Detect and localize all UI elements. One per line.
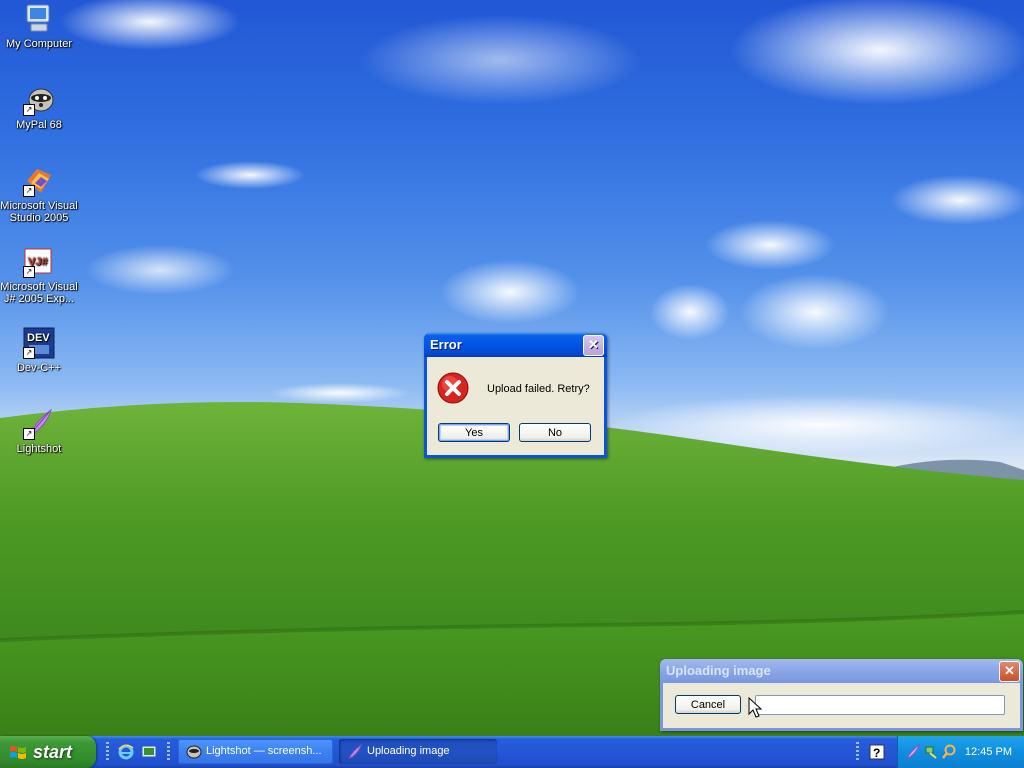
lightshot-feather-icon (347, 744, 362, 759)
upload-window: Uploading image ✕ Cancel (660, 659, 1023, 731)
taskbar-button-uploading[interactable]: Uploading image (339, 739, 497, 764)
taskbar-button-label: Uploading image (367, 745, 450, 757)
taskbar-grip[interactable] (856, 742, 859, 762)
help-icon[interactable]: ? (869, 744, 885, 760)
system-tray: 12:45 PM (897, 736, 1024, 768)
shortcut-arrow-icon: ↗ (23, 347, 35, 359)
desktop-icon-lightshot[interactable]: ↗ Lightshot (0, 408, 79, 455)
my-computer-icon (23, 3, 55, 35)
mypal-browser-icon: ↗ (23, 84, 55, 116)
upload-window-title: Uploading image (666, 663, 771, 678)
error-dialog-title: Error (430, 337, 462, 352)
error-dialog: Error ✕ Upload failed. Retry? Yes No (424, 333, 607, 458)
close-button[interactable]: ✕ (583, 335, 604, 356)
internet-explorer-icon[interactable] (118, 744, 134, 760)
visual-jsharp-icon: VJ# ↗ (23, 246, 55, 278)
yes-button[interactable]: Yes (438, 423, 510, 442)
start-label: start (33, 742, 73, 762)
svg-text:DEV: DEV (27, 332, 50, 344)
shortcut-arrow-icon: ↗ (23, 185, 35, 197)
upload-window-titlebar[interactable]: Uploading image ✕ (660, 659, 1023, 683)
desktop-icon-visual-studio[interactable]: ↗ Microsoft Visual Studio 2005 (0, 165, 79, 224)
network-icon[interactable] (923, 744, 939, 760)
error-message: Upload failed. Retry? (487, 383, 590, 395)
show-desktop-icon[interactable] (141, 744, 157, 760)
close-button[interactable]: ✕ (999, 661, 1020, 682)
desktop-icon-label: Microsoft Visual J# 2005 Exp... (0, 281, 78, 305)
shortcut-arrow-icon: ↗ (23, 266, 35, 278)
taskbar-grip[interactable] (106, 742, 109, 762)
lightshot-icon (186, 745, 202, 759)
svg-text:?: ? (873, 746, 880, 760)
error-dialog-titlebar[interactable]: Error ✕ (424, 333, 607, 357)
mouse-cursor-icon (748, 697, 762, 718)
taskbar-button-lightshot[interactable]: Lightshot — screensh... (178, 739, 333, 764)
shortcut-arrow-icon: ↗ (23, 428, 35, 440)
desktop-icon-mypal[interactable]: ↗ MyPal 68 (0, 84, 79, 131)
windows-flag-icon (10, 746, 26, 759)
desktop-icon-label: My Computer (5, 38, 73, 50)
error-icon (437, 372, 469, 407)
desktop-icon-my-computer[interactable]: My Computer (0, 3, 79, 50)
taskbar-button-label: Lightshot — screensh... (206, 745, 322, 757)
taskbar-grip[interactable] (167, 742, 170, 762)
desktop-icon-visual-jsharp[interactable]: VJ# ↗ Microsoft Visual J# 2005 Exp... (0, 246, 79, 305)
shortcut-arrow-icon: ↗ (23, 104, 35, 116)
desktop-icon-label: Microsoft Visual Studio 2005 (0, 200, 78, 224)
desktop-icon-label: Dev-C++ (16, 362, 62, 374)
desktop-icon-label: Lightshot (16, 443, 62, 455)
start-button[interactable]: start (0, 736, 96, 768)
cancel-button[interactable]: Cancel (675, 695, 741, 714)
lightshot-feather-icon: ↗ (23, 408, 55, 440)
desktop-icon-dev-cpp[interactable]: DEV ↗ Dev-C++ (0, 327, 79, 374)
desktop-icon-label: MyPal 68 (16, 119, 62, 131)
visual-studio-icon: ↗ (23, 165, 55, 197)
close-icon: ✕ (588, 337, 599, 352)
search-tray-icon[interactable] (941, 744, 957, 760)
no-button[interactable]: No (519, 423, 591, 442)
upload-progress-bar (755, 695, 1005, 715)
lightshot-tray-icon[interactable] (905, 744, 921, 760)
clock[interactable]: 12:45 PM (965, 736, 1012, 768)
desktop: My Computer ↗ MyPal 68 ↗ Microsoft Visua… (0, 0, 1024, 736)
taskbar: start Lightshot — screensh... Uploading … (0, 736, 1024, 768)
close-icon: ✕ (1004, 663, 1015, 678)
dev-cpp-icon: DEV ↗ (23, 327, 55, 359)
